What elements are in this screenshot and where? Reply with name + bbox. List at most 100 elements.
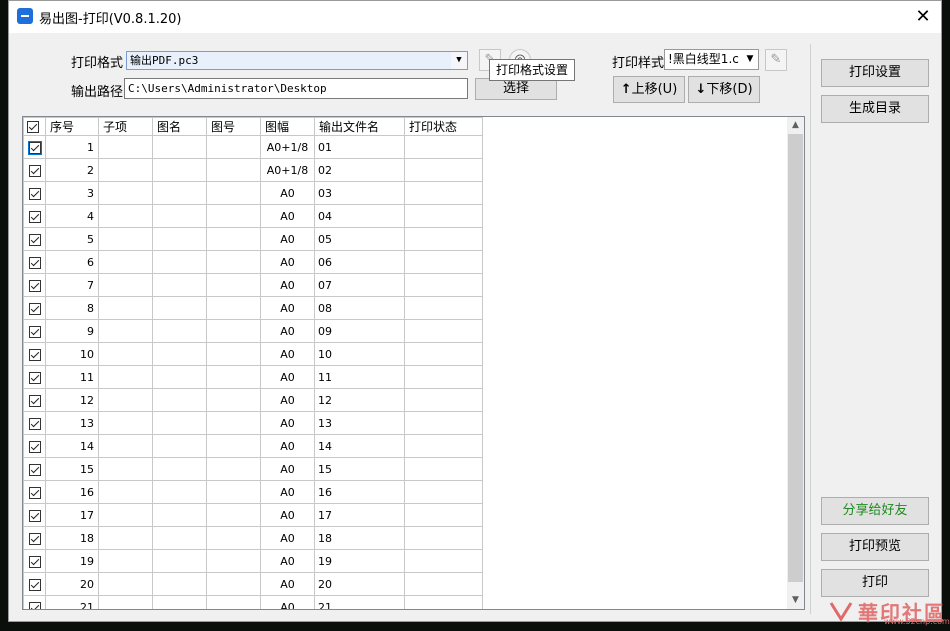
print-preview-button[interactable]: 打印预览 [821, 533, 929, 561]
print-format-dropdown[interactable]: 输出PDF.pc3 ▼ [126, 51, 468, 70]
row-checkbox[interactable] [23, 526, 46, 550]
table-row[interactable]: 11 A0 11 [23, 365, 483, 389]
row-checkbox[interactable] [23, 158, 46, 182]
table-row[interactable]: 9 A0 09 [23, 319, 483, 343]
move-down-button[interactable]: ↓下移(D) [688, 76, 760, 103]
move-up-label: 上移(U) [631, 82, 678, 97]
print-button[interactable]: 打印 [821, 569, 929, 597]
table-row[interactable]: 21 A0 21 [23, 595, 483, 609]
table-row[interactable]: 15 A0 15 [23, 457, 483, 481]
row-sheet-size: A0 [260, 595, 315, 609]
vertical-scrollbar[interactable]: ▲ ▼ [787, 117, 804, 609]
select-path-button[interactable]: 选择 [475, 78, 557, 100]
generate-toc-button[interactable]: 生成目录 [821, 95, 929, 123]
row-number: 9 [45, 319, 99, 343]
table-row[interactable]: 2 A0+1/8 02 [23, 158, 483, 182]
table-row[interactable]: 19 A0 19 [23, 549, 483, 573]
row-checkbox[interactable] [23, 342, 46, 366]
table-row[interactable]: 7 A0 07 [23, 273, 483, 297]
row-checkbox[interactable] [23, 319, 46, 343]
checkbox-checked-icon[interactable] [28, 279, 41, 292]
table-row[interactable]: 16 A0 16 [23, 480, 483, 504]
checkbox-checked-icon[interactable] [28, 325, 41, 338]
checkbox-checked-icon[interactable] [28, 486, 41, 499]
output-path-input[interactable]: C:\Users\Administrator\Desktop [124, 78, 468, 99]
table-row[interactable]: 6 A0 06 [23, 250, 483, 274]
table-row[interactable]: 8 A0 08 [23, 296, 483, 320]
row-checkbox[interactable] [23, 572, 46, 596]
checkbox-checked-icon[interactable] [28, 233, 41, 246]
checkbox-checked-icon[interactable] [28, 555, 41, 568]
checkbox-checked-icon[interactable] [28, 394, 41, 407]
row-checkbox[interactable] [23, 480, 46, 504]
checkbox-checked-icon[interactable] [27, 140, 42, 155]
scroll-up-icon[interactable]: ▲ [787, 117, 804, 134]
table-row[interactable]: 14 A0 14 [23, 434, 483, 458]
print-style-dropdown[interactable]: !黑白线型1.c ▼ [664, 49, 759, 70]
col-header[interactable]: 输出文件名 [314, 117, 405, 136]
row-checkbox[interactable] [23, 227, 46, 251]
scroll-thumb[interactable] [788, 134, 803, 582]
row-checkbox[interactable] [23, 135, 46, 159]
checkbox-checked-icon[interactable] [28, 463, 41, 476]
table-row[interactable]: 4 A0 04 [23, 204, 483, 228]
row-checkbox[interactable] [23, 204, 46, 228]
row-checkbox[interactable] [23, 181, 46, 205]
row-checkbox[interactable] [23, 273, 46, 297]
row-checkbox[interactable] [23, 549, 46, 573]
col-header[interactable]: 子项 [98, 117, 153, 136]
checkbox-checked-icon[interactable] [28, 578, 41, 591]
row-checkbox[interactable] [23, 434, 46, 458]
col-header[interactable]: 图号 [206, 117, 261, 136]
checkbox-checked-icon[interactable] [28, 348, 41, 361]
col-header[interactable]: 打印状态 [404, 117, 483, 136]
table-row[interactable]: 10 A0 10 [23, 342, 483, 366]
row-checkbox[interactable] [23, 296, 46, 320]
checkbox-checked-icon[interactable] [28, 440, 41, 453]
table-row[interactable]: 17 A0 17 [23, 503, 483, 527]
close-button[interactable]: ✕ [909, 3, 937, 31]
row-checkbox[interactable] [23, 503, 46, 527]
checkbox-checked-icon[interactable] [28, 256, 41, 269]
move-up-button[interactable]: ↑上移(U) [613, 76, 685, 103]
row-checkbox[interactable] [23, 250, 46, 274]
row-drawing-code [206, 572, 261, 596]
checkbox-checked-icon[interactable] [28, 371, 41, 384]
col-header[interactable]: 序号 [45, 117, 99, 136]
row-print-status [404, 549, 483, 573]
scroll-down-icon[interactable]: ▼ [787, 592, 804, 609]
row-sheet-size: A0 [260, 457, 315, 481]
row-drawing-code [206, 434, 261, 458]
table-row[interactable]: 20 A0 20 [23, 572, 483, 596]
col-header[interactable]: 图幅 [260, 117, 315, 136]
checkbox-checked-icon[interactable] [28, 164, 41, 177]
table-row[interactable]: 1 A0+1/8 01 [23, 135, 483, 159]
row-sheet-size: A0+1/8 [260, 135, 315, 159]
row-number: 3 [45, 181, 99, 205]
table-row[interactable]: 18 A0 18 [23, 526, 483, 550]
checkbox-checked-icon[interactable] [28, 417, 41, 430]
arrow-up-icon: ↑ [620, 82, 632, 97]
row-checkbox[interactable] [23, 388, 46, 412]
checkbox-checked-icon[interactable] [28, 210, 41, 223]
checkbox-checked-icon[interactable] [28, 302, 41, 315]
table-row[interactable]: 3 A0 03 [23, 181, 483, 205]
checkbox-checked-icon[interactable] [28, 532, 41, 545]
row-checkbox[interactable] [23, 411, 46, 435]
print-settings-button[interactable]: 打印设置 [821, 59, 929, 87]
row-drawing-name [152, 595, 207, 609]
style-edit-pencil-icon[interactable]: ✎ [765, 49, 787, 71]
select-all-checkbox[interactable] [23, 117, 46, 136]
table-row[interactable]: 13 A0 13 [23, 411, 483, 435]
row-checkbox[interactable] [23, 457, 46, 481]
checkbox-checked-icon[interactable] [28, 601, 41, 609]
col-header[interactable]: 图名 [152, 117, 207, 136]
row-subitem [98, 388, 153, 412]
table-row[interactable]: 12 A0 12 [23, 388, 483, 412]
table-row[interactable]: 5 A0 05 [23, 227, 483, 251]
checkbox-checked-icon[interactable] [28, 187, 41, 200]
share-button[interactable]: 分享给好友 [821, 497, 929, 525]
row-checkbox[interactable] [23, 595, 46, 609]
checkbox-checked-icon[interactable] [28, 509, 41, 522]
row-checkbox[interactable] [23, 365, 46, 389]
